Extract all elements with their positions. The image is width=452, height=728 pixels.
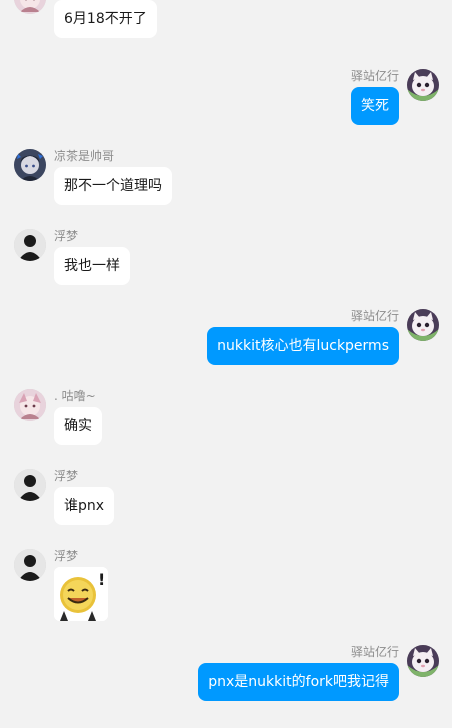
message-text: 那不一个道理吗 <box>64 178 162 194</box>
dark-anime-avatar[interactable] <box>14 149 46 181</box>
message-text: 6月18不开了 <box>64 11 147 27</box>
sender-name: 浮梦 <box>54 229 79 243</box>
message-bubble[interactable]: pnx是nukkit的fork吧我记得 <box>198 663 399 701</box>
silhouette-avatar[interactable] <box>14 549 46 581</box>
sender-name: 驿站亿行 <box>350 309 399 323</box>
message-bubble[interactable]: 确实 <box>54 407 102 445</box>
message-bubble[interactable]: 6月18不开了 <box>54 0 157 38</box>
anime-girl-avatar[interactable] <box>14 389 46 421</box>
silhouette-avatar[interactable] <box>14 469 46 501</box>
silhouette-avatar[interactable] <box>14 229 46 261</box>
message-bubble[interactable]: 我也一样 <box>54 247 130 285</box>
message-text: pnx是nukkit的fork吧我记得 <box>208 674 389 690</box>
sender-name: 驿站亿行 <box>350 69 399 83</box>
anime-girl-avatar[interactable] <box>14 0 46 14</box>
sticker-exclamation: ! <box>98 570 105 589</box>
sender-name: 凉茶是帅哥 <box>54 149 115 163</box>
message-text: 我也一样 <box>64 258 120 274</box>
sender-name: 浮梦 <box>54 469 79 483</box>
sender-name: 驿站亿行 <box>350 645 399 659</box>
message-text: 笑死 <box>361 98 389 114</box>
message-text: 确实 <box>64 418 92 434</box>
message-bubble[interactable]: 笑死 <box>351 87 399 125</box>
message-text: nukkit核心也有luckperms <box>217 338 389 354</box>
chat-message-list[interactable]: 6月18不开了 驿站亿行 笑死 凉茶是帅哥 那不一个道理吗 浮梦 我也一样 驿站… <box>0 0 452 728</box>
sender-name: 浮梦 <box>54 549 79 563</box>
cat-avatar[interactable] <box>407 645 439 677</box>
message-bubble[interactable]: 谁pnx <box>54 487 115 525</box>
cat-avatar[interactable] <box>407 69 439 101</box>
message-bubble[interactable]: 那不一个道理吗 <box>54 167 172 205</box>
smiling-coin-face-sticker[interactable]: ! <box>54 567 108 621</box>
message-bubble[interactable]: nukkit核心也有luckperms <box>207 327 399 365</box>
message-text: 谁pnx <box>64 498 105 514</box>
sender-name: . 咕噜~ <box>54 389 96 403</box>
cat-avatar[interactable] <box>407 309 439 341</box>
